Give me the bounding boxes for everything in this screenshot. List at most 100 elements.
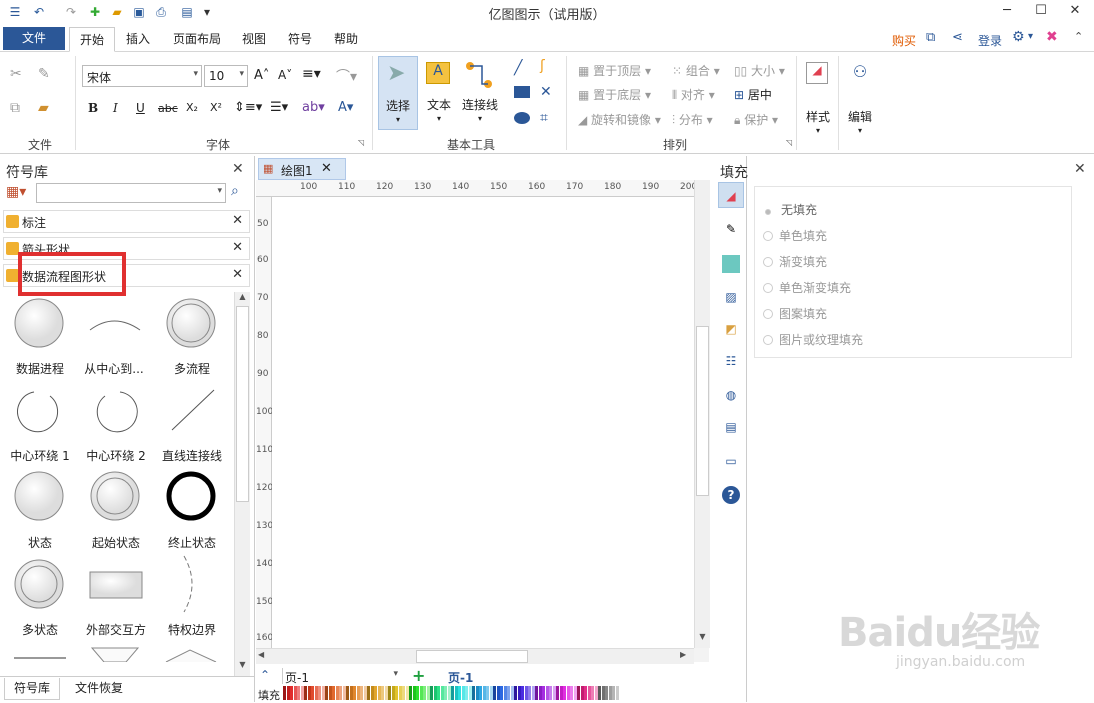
bring-to-front-button[interactable]: ▦ 置于顶层 ▾: [578, 62, 651, 79]
tab-home[interactable]: 开始: [69, 27, 115, 52]
settings-chevron-icon[interactable]: ▾: [1028, 31, 1033, 42]
align-text-icon[interactable]: ≡▾: [302, 66, 321, 82]
scroll-right-icon[interactable]: ▶: [680, 650, 686, 659]
close-icon[interactable]: ✕: [321, 161, 332, 176]
line-height-icon[interactable]: ⇕≡▾: [234, 100, 262, 115]
settings-icon[interactable]: ⚙: [1012, 29, 1025, 45]
canvas-hscroll-thumb[interactable]: [416, 650, 528, 663]
start-state-shape[interactable]: [90, 471, 140, 521]
crop-tool-icon[interactable]: ⌗: [540, 110, 548, 126]
fill-option-solid[interactable]: 单色填充: [763, 227, 827, 244]
edit-button[interactable]: ⚇ 编辑 ▾: [842, 58, 878, 142]
hyperlink-icon[interactable]: ◍: [718, 382, 744, 408]
curve-tool-icon[interactable]: ʃ: [540, 58, 545, 74]
fill-option-gradient[interactable]: 渐变填充: [763, 253, 827, 270]
format-painter-icon[interactable]: ✎: [38, 66, 50, 82]
trust-boundary-shape[interactable]: [183, 555, 193, 613]
paste-icon[interactable]: ▰: [38, 100, 49, 116]
center-loop-1-shape[interactable]: [17, 391, 59, 433]
open-icon[interactable]: ▰: [108, 3, 126, 21]
library-close-icon[interactable]: ✕: [232, 161, 244, 177]
close-icon[interactable]: ✕: [232, 213, 243, 228]
style-button[interactable]: ◢ 样式 ▾: [800, 58, 836, 142]
library-scroll-thumb[interactable]: [236, 306, 249, 502]
library-category-0[interactable]: 标注 ✕: [3, 210, 250, 233]
close-icon[interactable]: ✕: [232, 267, 243, 282]
font-dialog-launcher-icon[interactable]: ◹: [358, 138, 364, 147]
canvas-horizontal-scrollbar[interactable]: ◀ ▶: [256, 648, 694, 664]
tab-symbol[interactable]: 符号: [282, 27, 318, 52]
align-button[interactable]: ⫴ 对齐 ▾: [672, 86, 715, 103]
close-icon[interactable]: ✕: [232, 240, 243, 255]
fill-option-single-gradient[interactable]: 单色渐变填充: [763, 279, 851, 296]
multi-state-shape[interactable]: [14, 559, 64, 609]
ellipse-tool-icon[interactable]: [514, 112, 530, 124]
save-icon[interactable]: ▣: [130, 3, 148, 21]
scroll-left-icon[interactable]: ◀: [258, 650, 264, 659]
new-icon[interactable]: ✚: [86, 3, 104, 21]
image-icon[interactable]: ▨: [718, 284, 744, 310]
bold-icon[interactable]: B: [88, 101, 98, 115]
fill-option-none[interactable]: 无填充: [763, 201, 817, 218]
tab-help[interactable]: 帮助: [328, 27, 364, 52]
share-screen-icon[interactable]: ⧉: [926, 30, 935, 45]
distribute-button[interactable]: ⫶ 分布 ▾: [672, 111, 713, 128]
line-style-icon[interactable]: ✎: [718, 216, 744, 242]
cross-tool-icon[interactable]: ✕: [540, 84, 552, 100]
library-search-input[interactable]: ▾: [36, 183, 226, 203]
tab-insert[interactable]: 插入: [118, 27, 158, 52]
end-state-shape[interactable]: [166, 471, 216, 521]
from-center-shape[interactable]: [89, 320, 141, 331]
maximize-button[interactable]: ☐: [1024, 0, 1058, 24]
page-nav-up-icon[interactable]: ⌃: [260, 668, 270, 682]
fill-panel-close-icon[interactable]: ✕: [1074, 161, 1086, 177]
scroll-up-icon[interactable]: ▲: [235, 292, 250, 306]
theme-icon[interactable]: ✖: [1046, 29, 1058, 45]
size-button[interactable]: ▯▯ 大小 ▾: [734, 62, 785, 79]
group-button[interactable]: ⁙ 组合 ▾: [672, 62, 720, 79]
shrink-font-icon[interactable]: A˅: [278, 68, 292, 82]
font-color-icon[interactable]: A▾: [338, 100, 353, 115]
comment-icon[interactable]: ▭: [718, 448, 744, 474]
tab-file[interactable]: 文件: [3, 27, 65, 50]
export-icon[interactable]: ▤: [178, 3, 196, 21]
scroll-down-icon[interactable]: ▼: [235, 660, 250, 674]
page-select[interactable]: 页-1 ▾: [282, 668, 400, 685]
search-icon[interactable]: ⌕: [231, 183, 239, 199]
add-page-icon[interactable]: +: [412, 666, 425, 685]
minimize-button[interactable]: ─: [990, 0, 1024, 24]
login-link[interactable]: 登录: [978, 32, 1002, 49]
state-shape[interactable]: [14, 471, 64, 521]
grow-font-icon[interactable]: A˄: [254, 68, 269, 83]
highlight-icon[interactable]: ab▾: [302, 100, 325, 115]
canvas-vertical-scrollbar[interactable]: ▼: [694, 180, 710, 648]
data-process-shape[interactable]: [14, 298, 64, 348]
library-scrollbar[interactable]: ▲ ▼: [234, 292, 250, 676]
layers-icon[interactable]: ◩: [718, 316, 744, 342]
library-menu-icon[interactable]: ▦▾: [6, 184, 26, 200]
multi-process-shape[interactable]: [166, 298, 216, 348]
properties-icon[interactable]: ☷: [718, 348, 744, 374]
scroll-down-icon[interactable]: ▼: [695, 632, 710, 641]
drawing-canvas[interactable]: [272, 197, 696, 648]
quick-access-menu-icon[interactable]: ▾: [198, 3, 216, 21]
copy-icon[interactable]: ⧉: [10, 100, 20, 116]
canvas-vscroll-thumb[interactable]: [696, 326, 709, 496]
undo-icon[interactable]: ↶: [30, 3, 48, 21]
collapse-ribbon-icon[interactable]: ⌃: [1074, 30, 1083, 43]
bullets-icon[interactable]: ☰▾: [270, 100, 288, 115]
page-tab[interactable]: 页-1: [448, 669, 473, 686]
arrange-dialog-launcher-icon[interactable]: ◹: [786, 138, 792, 147]
underline-icon[interactable]: U: [136, 101, 145, 115]
help-icon[interactable]: ?: [718, 482, 744, 508]
connector-tool-button[interactable]: 连接线 ▾: [458, 56, 502, 130]
share-icon[interactable]: ⋖: [952, 30, 963, 45]
fill-icon[interactable]: ◢: [718, 182, 744, 208]
close-button[interactable]: ✕: [1058, 0, 1092, 24]
strikethrough-icon[interactable]: abc: [158, 102, 178, 115]
shadow-icon[interactable]: [718, 250, 744, 276]
font-name-select[interactable]: 宋体 ▾: [82, 65, 202, 87]
document-tab[interactable]: ▦ 绘图1 ✕: [258, 158, 346, 180]
tab-symbol-library[interactable]: 符号库: [4, 678, 60, 700]
italic-icon[interactable]: I: [113, 101, 118, 115]
